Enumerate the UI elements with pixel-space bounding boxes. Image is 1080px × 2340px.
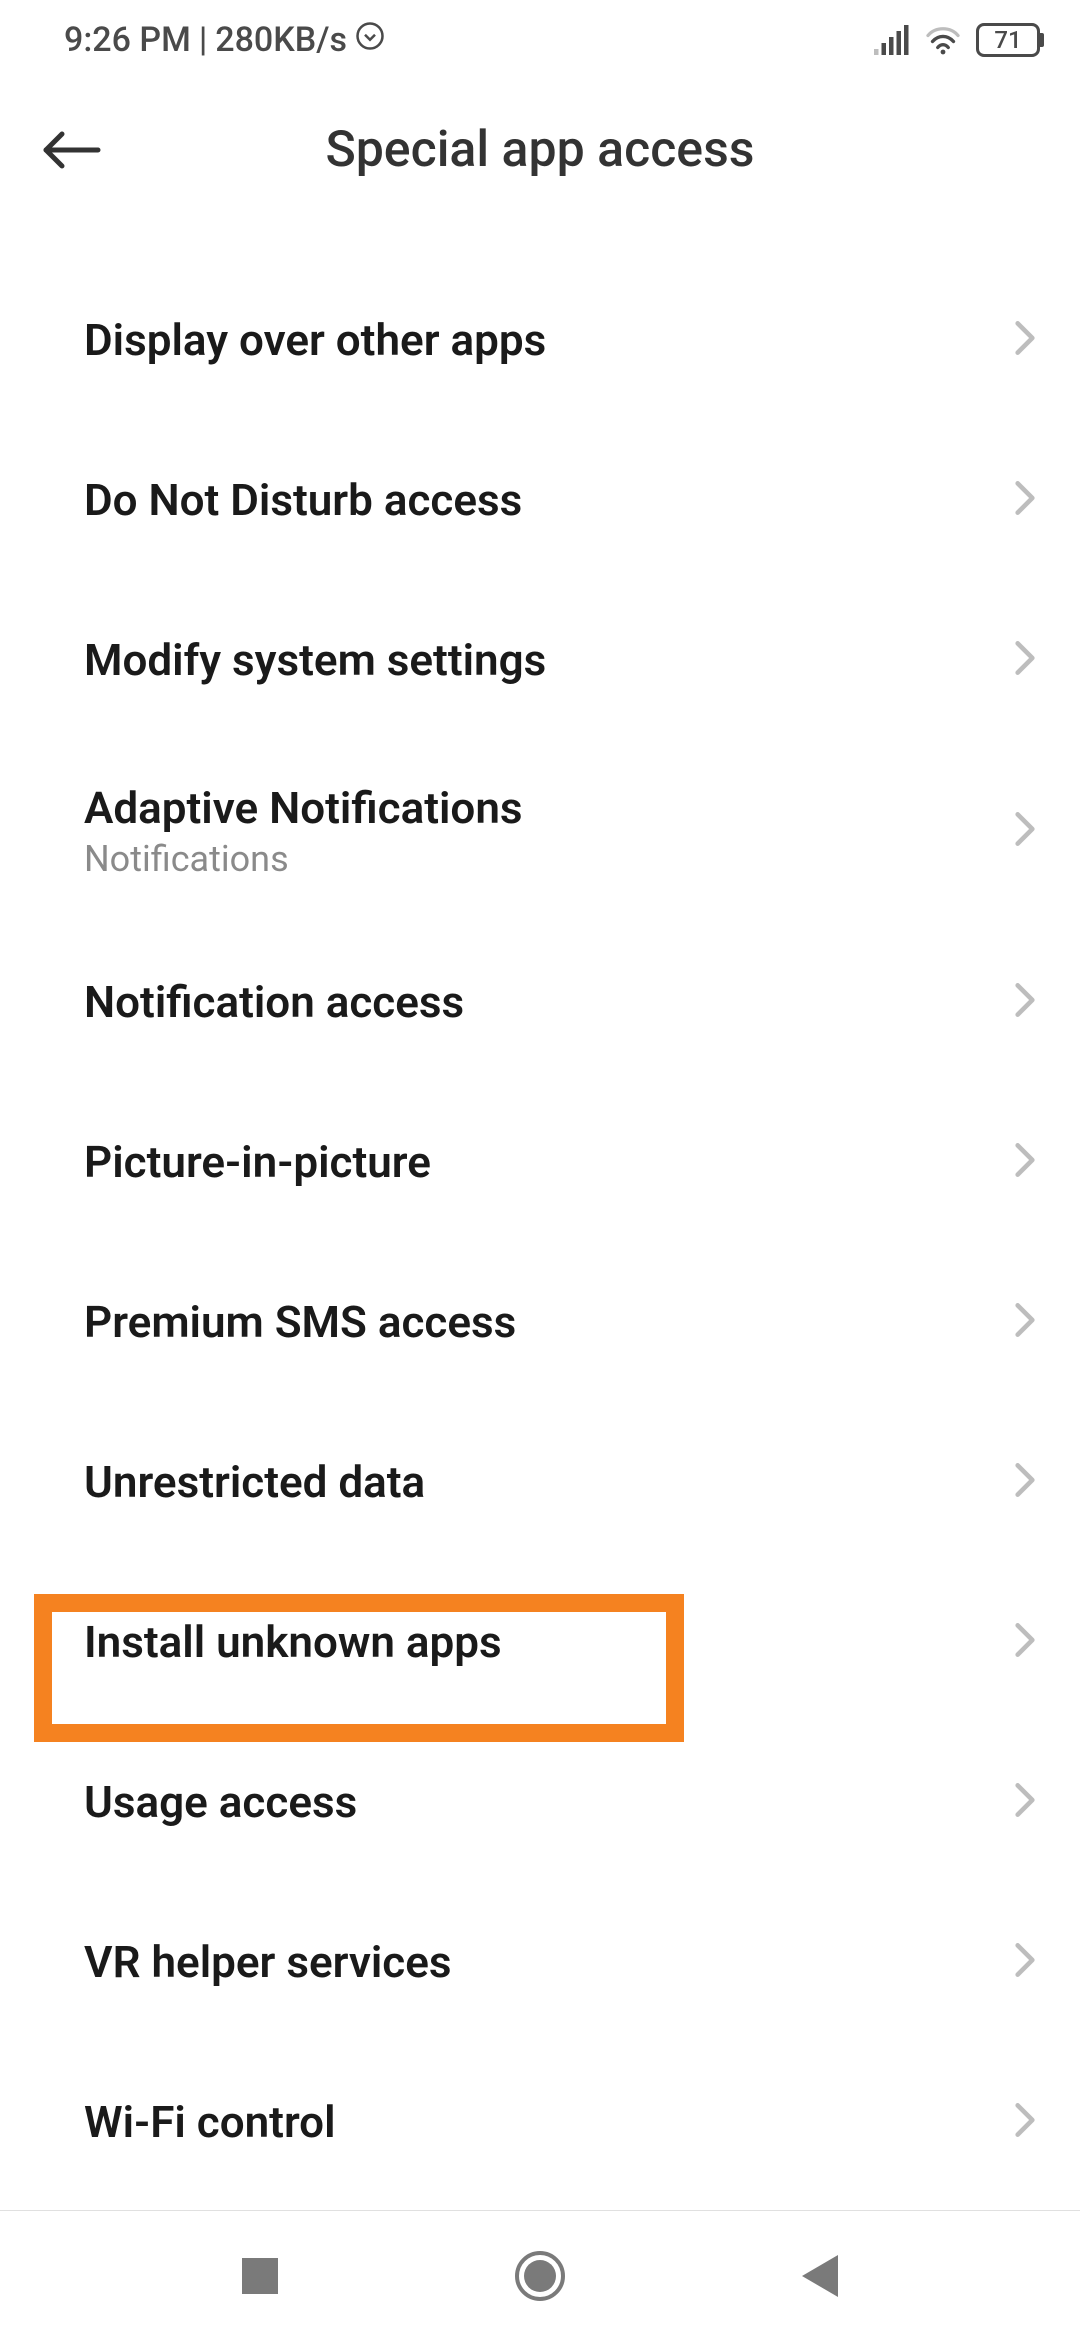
- settings-list: Display over other apps Do Not Disturb a…: [0, 220, 1080, 2202]
- nav-home-button[interactable]: [490, 2226, 590, 2326]
- chevron-right-icon: [1014, 981, 1036, 1023]
- chevron-right-icon: [1014, 1461, 1036, 1503]
- navigation-bar: [0, 2210, 1080, 2340]
- chevron-right-icon: [1014, 1621, 1036, 1663]
- status-right: 71: [874, 23, 1044, 57]
- square-icon: [242, 2258, 278, 2294]
- chevron-right-icon: [1014, 319, 1036, 361]
- arrow-left-icon: [40, 128, 104, 172]
- row-wifi-control[interactable]: Wi-Fi control: [0, 2042, 1080, 2202]
- triangle-left-icon: [802, 2255, 838, 2297]
- row-label: Install unknown apps: [84, 1616, 502, 1668]
- back-button[interactable]: [40, 105, 130, 195]
- row-label: Adaptive Notifications: [84, 782, 523, 834]
- row-label: Display over other apps: [84, 314, 546, 366]
- row-modify-system-settings[interactable]: Modify system settings: [0, 580, 1080, 740]
- status-divider: |: [199, 20, 207, 60]
- wifi-icon: [924, 25, 962, 55]
- chevron-right-icon: [1014, 479, 1036, 521]
- chevron-right-icon: [1014, 1941, 1036, 1983]
- row-notification-access[interactable]: Notification access: [0, 922, 1080, 1082]
- signal-icon: [874, 25, 910, 55]
- row-label: Modify system settings: [84, 634, 546, 686]
- row-premium-sms-access[interactable]: Premium SMS access: [0, 1242, 1080, 1402]
- row-vr-helper-services[interactable]: VR helper services: [0, 1882, 1080, 2042]
- status-bar: 9:26 PM | 280KB/s: [0, 0, 1080, 80]
- row-do-not-disturb-access[interactable]: Do Not Disturb access: [0, 420, 1080, 580]
- row-usage-access[interactable]: Usage access: [0, 1722, 1080, 1882]
- status-time: 9:26 PM: [64, 20, 191, 60]
- chevron-right-icon: [1014, 2101, 1036, 2143]
- row-label: Unrestricted data: [84, 1456, 425, 1508]
- chevron-right-icon: [1014, 1141, 1036, 1183]
- row-display-over-other-apps[interactable]: Display over other apps: [0, 260, 1080, 420]
- chevron-right-icon: [1014, 639, 1036, 681]
- battery-icon: 71: [976, 23, 1044, 57]
- row-sublabel: Notifications: [84, 838, 523, 880]
- chevron-right-icon: [1014, 1301, 1036, 1343]
- status-left: 9:26 PM | 280KB/s: [64, 20, 385, 60]
- row-label: VR helper services: [84, 1936, 452, 1988]
- page-title: Special app access: [0, 121, 1080, 179]
- row-install-unknown-apps[interactable]: Install unknown apps: [0, 1562, 1080, 1722]
- chevron-right-icon: [1014, 810, 1036, 852]
- alarm-icon: [355, 20, 385, 60]
- status-speed: 280KB/s: [215, 20, 347, 60]
- row-label: Usage access: [84, 1776, 357, 1828]
- row-label: Notification access: [84, 976, 464, 1028]
- battery-level: 71: [994, 26, 1021, 54]
- row-label: Premium SMS access: [84, 1296, 516, 1348]
- row-label: Picture-in-picture: [84, 1136, 431, 1188]
- nav-back-button[interactable]: [770, 2226, 870, 2326]
- row-label: Do Not Disturb access: [84, 474, 522, 526]
- chevron-right-icon: [1014, 1781, 1036, 1823]
- row-picture-in-picture[interactable]: Picture-in-picture: [0, 1082, 1080, 1242]
- circle-icon: [514, 2250, 566, 2302]
- row-adaptive-notifications[interactable]: Adaptive Notifications Notifications: [0, 740, 1080, 922]
- header: Special app access: [0, 80, 1080, 220]
- row-label: Wi-Fi control: [84, 2096, 336, 2148]
- row-unrestricted-data[interactable]: Unrestricted data: [0, 1402, 1080, 1562]
- nav-recents-button[interactable]: [210, 2226, 310, 2326]
